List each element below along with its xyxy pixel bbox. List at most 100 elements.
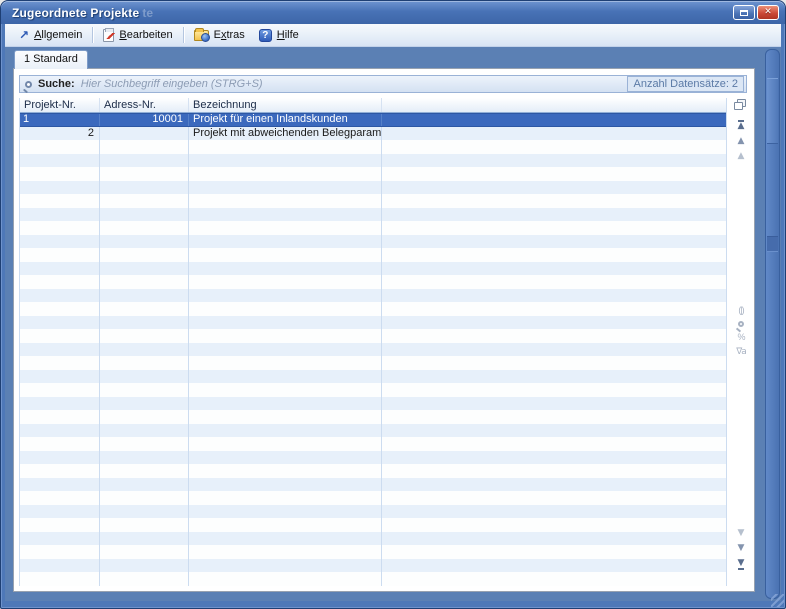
cell-bezeichnung[interactable]	[189, 167, 382, 181]
table-row[interactable]	[20, 262, 726, 276]
cell-adress-nr[interactable]	[100, 289, 189, 303]
page-down-icon[interactable]: ▼	[738, 544, 745, 553]
table-row[interactable]	[20, 491, 726, 505]
cell-bezeichnung[interactable]	[189, 275, 382, 289]
cell-bezeichnung[interactable]	[189, 437, 382, 451]
table-row[interactable]	[20, 289, 726, 303]
cell-filler[interactable]	[382, 194, 726, 208]
cell-bezeichnung[interactable]	[189, 154, 382, 168]
menu-extras[interactable]: Extras	[187, 27, 252, 43]
table-row[interactable]	[20, 316, 726, 330]
cell-adress-nr[interactable]	[100, 518, 189, 532]
tab-standard[interactable]: 1 Standard	[14, 50, 88, 69]
cell-projekt-nr[interactable]	[20, 424, 100, 438]
cell-projekt-nr[interactable]	[20, 248, 100, 262]
cell-bezeichnung[interactable]	[189, 316, 382, 330]
table-row[interactable]	[20, 532, 726, 546]
cell-bezeichnung[interactable]	[189, 532, 382, 546]
table-row[interactable]	[20, 370, 726, 384]
cell-projekt-nr[interactable]	[20, 140, 100, 154]
cell-projekt-nr[interactable]	[20, 208, 100, 222]
cell-projekt-nr[interactable]	[20, 194, 100, 208]
cell-projekt-nr[interactable]	[20, 397, 100, 411]
table-row[interactable]	[20, 383, 726, 397]
cell-adress-nr[interactable]	[100, 221, 189, 235]
table-row[interactable]	[20, 302, 726, 316]
cell-adress-nr[interactable]	[100, 478, 189, 492]
cell-filler[interactable]	[382, 370, 726, 384]
table-row[interactable]	[20, 140, 726, 154]
step-up-icon[interactable]: ▲	[738, 152, 745, 161]
cell-projekt-nr[interactable]	[20, 464, 100, 478]
cell-projekt-nr[interactable]	[20, 181, 100, 195]
cell-projekt-nr[interactable]	[20, 491, 100, 505]
cell-projekt-nr[interactable]	[20, 478, 100, 492]
cell-bezeichnung[interactable]	[189, 397, 382, 411]
cell-adress-nr[interactable]	[100, 194, 189, 208]
cell-projekt-nr[interactable]	[20, 572, 100, 586]
cell-adress-nr[interactable]	[100, 545, 189, 559]
cell-adress-nr[interactable]: 10001	[100, 114, 189, 126]
table-row[interactable]	[20, 437, 726, 451]
cell-bezeichnung[interactable]	[189, 235, 382, 249]
title-bar[interactable]: Zugeordnete Projekte te ✕	[1, 1, 785, 24]
cell-projekt-nr[interactable]: 2	[20, 127, 100, 141]
cell-filler[interactable]	[382, 410, 726, 424]
search-input[interactable]: Hier Suchbegriff eingeben (STRG+S)	[81, 78, 628, 90]
cell-bezeichnung[interactable]	[189, 370, 382, 384]
cell-bezeichnung[interactable]	[189, 181, 382, 195]
cell-filler[interactable]	[382, 397, 726, 411]
cell-projekt-nr[interactable]	[20, 343, 100, 357]
table-row[interactable]	[20, 410, 726, 424]
cell-filler[interactable]	[382, 478, 726, 492]
cell-adress-nr[interactable]	[100, 424, 189, 438]
cell-filler[interactable]	[382, 545, 726, 559]
cell-filler[interactable]	[382, 167, 726, 181]
cell-adress-nr[interactable]	[100, 383, 189, 397]
cell-adress-nr[interactable]	[100, 208, 189, 222]
table-row[interactable]	[20, 194, 726, 208]
cell-projekt-nr[interactable]	[20, 167, 100, 181]
step-down-icon[interactable]: ▼	[738, 529, 745, 538]
cell-projekt-nr[interactable]	[20, 289, 100, 303]
cell-adress-nr[interactable]	[100, 248, 189, 262]
table-row[interactable]	[20, 154, 726, 168]
table-row[interactable]	[20, 397, 726, 411]
table-row[interactable]	[20, 167, 726, 181]
cell-bezeichnung[interactable]	[189, 505, 382, 519]
table-row[interactable]	[20, 248, 726, 262]
cell-adress-nr[interactable]	[100, 275, 189, 289]
table-row[interactable]	[20, 343, 726, 357]
cell-bezeichnung[interactable]	[189, 478, 382, 492]
cell-filler[interactable]	[382, 221, 726, 235]
cell-filler[interactable]	[382, 343, 726, 357]
cell-projekt-nr[interactable]	[20, 451, 100, 465]
cell-adress-nr[interactable]	[100, 262, 189, 276]
cell-filler[interactable]	[382, 532, 726, 546]
close-button[interactable]: ✕	[757, 5, 779, 20]
cell-adress-nr[interactable]	[100, 316, 189, 330]
cell-bezeichnung[interactable]	[189, 221, 382, 235]
copy-icon[interactable]	[734, 99, 746, 110]
menu-bearbeiten[interactable]: Bearbeiten	[96, 27, 179, 44]
cell-bezeichnung[interactable]	[189, 518, 382, 532]
cell-filler[interactable]	[382, 248, 726, 262]
cell-bezeichnung[interactable]	[189, 451, 382, 465]
cell-projekt-nr[interactable]	[20, 221, 100, 235]
cell-filler[interactable]	[382, 275, 726, 289]
cell-filler[interactable]	[382, 451, 726, 465]
cell-filler[interactable]	[382, 208, 726, 222]
cell-projekt-nr[interactable]	[20, 545, 100, 559]
table-row[interactable]	[20, 424, 726, 438]
percent-icon[interactable]: %	[737, 333, 744, 342]
cell-projekt-nr[interactable]	[20, 154, 100, 168]
cell-filler[interactable]	[382, 424, 726, 438]
table-row[interactable]	[20, 221, 726, 235]
cell-projekt-nr[interactable]	[20, 302, 100, 316]
cell-adress-nr[interactable]	[100, 356, 189, 370]
cell-bezeichnung[interactable]	[189, 194, 382, 208]
cell-projekt-nr[interactable]	[20, 559, 100, 573]
cell-filler[interactable]	[382, 114, 726, 126]
cell-filler[interactable]	[382, 356, 726, 370]
cell-adress-nr[interactable]	[100, 505, 189, 519]
